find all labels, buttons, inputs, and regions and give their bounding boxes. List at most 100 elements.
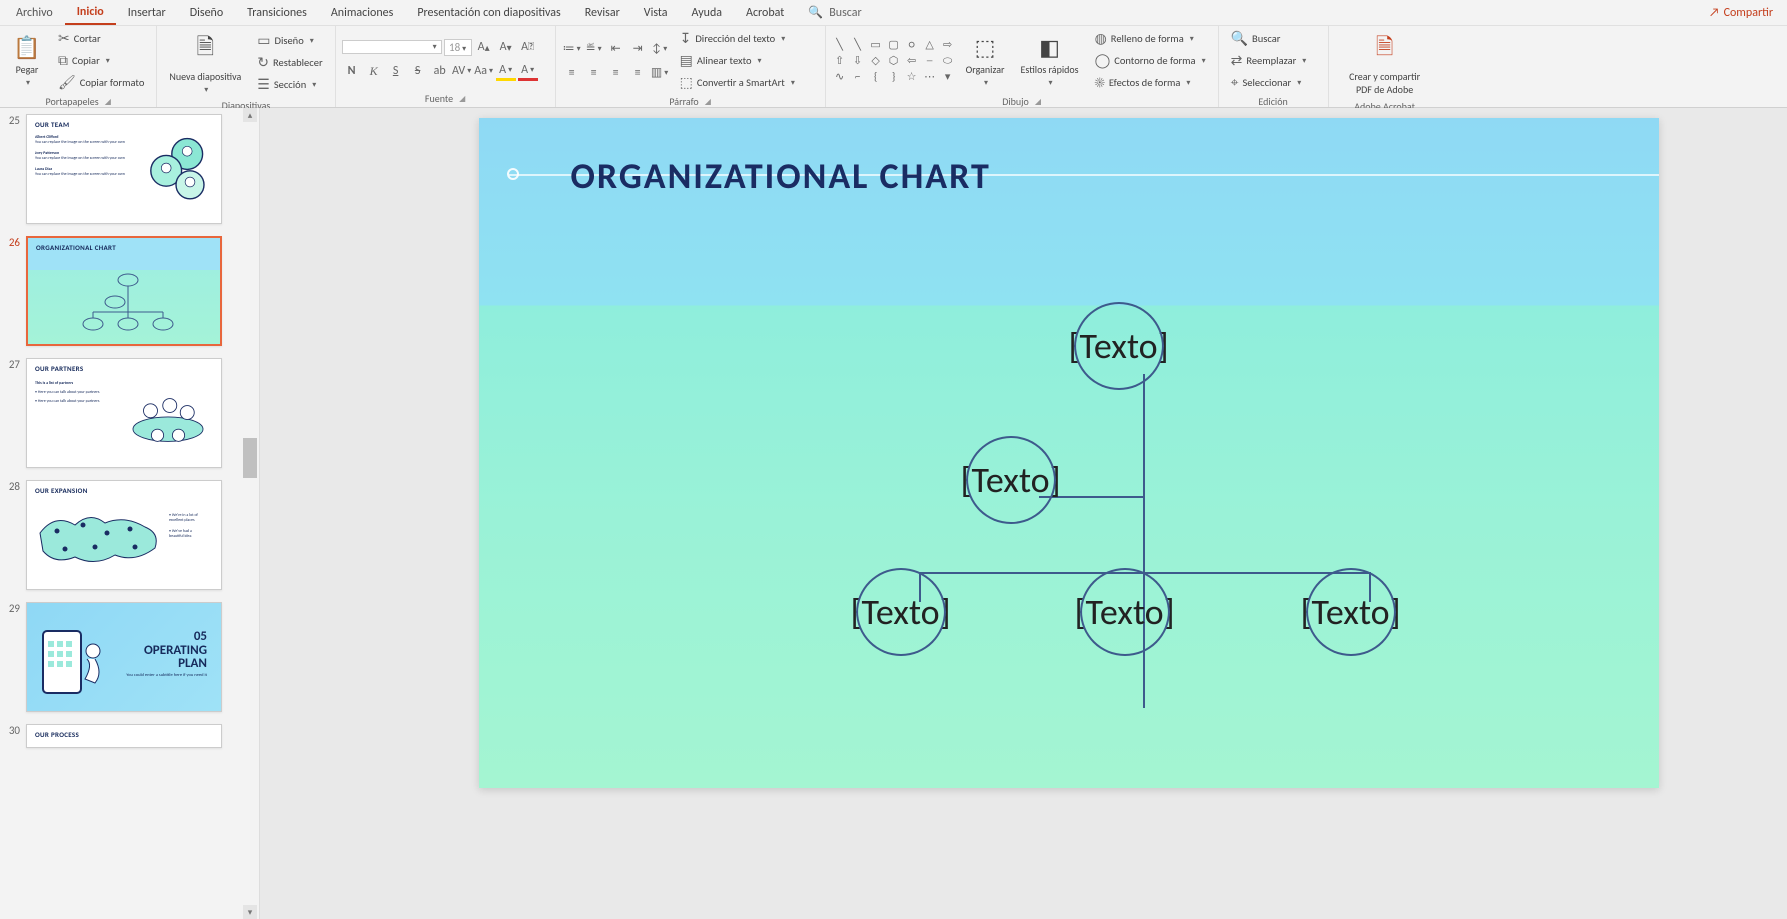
quick-styles-button[interactable]: ◧Estilos rápidos▾: [1015, 32, 1085, 90]
shape-fill-button[interactable]: ◍Relleno de forma▾: [1089, 28, 1212, 49]
clear-format-button[interactable]: A⃠: [518, 37, 538, 57]
menu-transiciones[interactable]: Transiciones: [235, 2, 319, 24]
slide-thumbnail-27[interactable]: 27 OUR PARTNERS This is a list of partne…: [0, 352, 259, 474]
indent-button[interactable]: ⇥: [628, 39, 648, 59]
menu-acrobat[interactable]: Acrobat: [734, 2, 796, 24]
shape-hex-icon[interactable]: ⬡: [886, 54, 902, 68]
menu-ayuda[interactable]: Ayuda: [680, 2, 735, 24]
bullets-button[interactable]: ≔▾: [562, 39, 582, 59]
justify-button[interactable]: ≡: [628, 63, 648, 83]
org-node-2[interactable]: [Texto]: [961, 458, 1061, 502]
shape-conn-icon[interactable]: ⌐: [850, 70, 866, 84]
format-painter-button[interactable]: 🖌Copiar formato: [52, 72, 150, 93]
dialog-launcher-icon[interactable]: ◢: [1035, 97, 1041, 107]
shape-line2-icon[interactable]: ─: [922, 54, 938, 68]
align-right-button[interactable]: ≡: [606, 63, 626, 83]
shape-arrow2-icon[interactable]: ⇦: [904, 54, 920, 68]
menu-diseno[interactable]: Diseño: [178, 2, 235, 24]
chevron-down-icon[interactable]: ▾: [940, 70, 956, 84]
scroll-up-button[interactable]: ▴: [243, 108, 257, 122]
bold-button[interactable]: N: [342, 61, 362, 81]
shape-arrow-icon[interactable]: ⇨: [940, 38, 956, 52]
slide-thumbnail-28[interactable]: 28 OUR EXPANSION • We're in a lot of exc…: [0, 474, 259, 596]
line-spacing-button[interactable]: ↕▾: [650, 39, 670, 59]
dialog-launcher-icon[interactable]: ◢: [105, 97, 111, 107]
share-button[interactable]: ↗ Compartir: [1699, 2, 1783, 24]
thumbnails-scrollbar[interactable]: ▴ ▾: [243, 108, 257, 919]
outdent-button[interactable]: ⇤: [606, 39, 626, 59]
layout-button[interactable]: ▭Diseño▾: [251, 30, 328, 51]
arrange-button[interactable]: ⬚Organizar▾: [960, 32, 1011, 90]
tell-me-search[interactable]: 🔍 Buscar: [796, 5, 873, 20]
increase-font-button[interactable]: A▴: [474, 37, 494, 57]
shape-more-icon[interactable]: ⋯: [922, 70, 938, 84]
menu-revisar[interactable]: Revisar: [573, 2, 632, 24]
replace-button[interactable]: ⇄Reemplazar▾: [1225, 50, 1313, 71]
slide-thumbnails-panel[interactable]: 25 OUR TEAM Albert Clifford You can repl…: [0, 108, 260, 919]
scroll-down-button[interactable]: ▾: [243, 905, 257, 919]
section-button[interactable]: ☰Sección▾: [251, 74, 328, 95]
paste-button[interactable]: 📋 Pegar ▾: [6, 32, 48, 90]
slide-canvas-area[interactable]: ORGANIZATIONAL CHART [Texto] [Texto]: [260, 108, 1787, 919]
adobe-pdf-button[interactable]: 🗎 Crear y compartir PDF de Adobe: [1335, 28, 1435, 98]
shadow-button[interactable]: ab: [430, 61, 450, 81]
org-node-5[interactable]: [Texto]: [1301, 590, 1401, 634]
new-slide-button[interactable]: 🗎 Nueva diapositiva ▾: [163, 28, 247, 97]
font-color-button[interactable]: A▾: [518, 61, 538, 81]
italic-button[interactable]: K: [364, 61, 384, 81]
underline-button[interactable]: S: [386, 61, 406, 81]
scrollbar-thumb[interactable]: [243, 438, 257, 478]
shape-arrow-up-icon[interactable]: ⇧: [832, 54, 848, 68]
slide-thumbnail-26[interactable]: 26 ORGANIZATIONAL CHART: [0, 230, 259, 352]
strikethrough-button[interactable]: S: [408, 61, 428, 81]
shape-brace-icon[interactable]: {: [868, 70, 884, 84]
cut-button[interactable]: ✂Cortar: [52, 28, 150, 49]
shape-star-icon[interactable]: ☆: [904, 70, 920, 84]
shape-curve-icon[interactable]: ∿: [832, 70, 848, 84]
shape-tri-icon[interactable]: △: [922, 38, 938, 52]
org-node-3[interactable]: [Texto]: [851, 590, 951, 634]
find-button[interactable]: 🔍Buscar: [1225, 28, 1313, 49]
align-left-button[interactable]: ≡: [562, 63, 582, 83]
shape-brace2-icon[interactable]: }: [886, 70, 902, 84]
slide-thumbnail-25[interactable]: 25 OUR TEAM Albert Clifford You can repl…: [0, 108, 259, 230]
shape-line-icon[interactable]: ╲: [850, 38, 866, 52]
change-case-button[interactable]: Aa▾: [474, 61, 494, 81]
font-name-combo[interactable]: ▾: [342, 40, 442, 54]
shape-effects-button[interactable]: ☀Efectos de forma▾: [1089, 72, 1212, 93]
decrease-font-button[interactable]: A▾: [496, 37, 516, 57]
smartart-button[interactable]: ⬚Convertir a SmartArt▾: [674, 72, 801, 93]
select-button[interactable]: ⌖Seleccionar▾: [1225, 72, 1313, 93]
menu-insertar[interactable]: Insertar: [116, 2, 178, 24]
font-highlight-button[interactable]: A▾: [496, 61, 516, 81]
shape-rect-icon[interactable]: ▭: [868, 38, 884, 52]
org-node-1[interactable]: [Texto]: [1069, 324, 1169, 368]
numbering-button[interactable]: ≝▾: [584, 39, 604, 59]
columns-button[interactable]: ▥▾: [650, 63, 670, 83]
copy-button[interactable]: ⧉Copiar▾: [52, 50, 150, 71]
slide-thumbnail-30[interactable]: 30 OUR PROCESS: [0, 718, 259, 754]
font-size-combo[interactable]: 18▾: [444, 39, 472, 56]
shape-oval-icon[interactable]: ○: [904, 38, 920, 52]
shape-line-icon[interactable]: ╲: [832, 38, 848, 52]
align-center-button[interactable]: ≡: [584, 63, 604, 83]
slide-title[interactable]: ORGANIZATIONAL CHART: [571, 154, 991, 198]
menu-inicio[interactable]: Inicio: [65, 1, 116, 25]
org-chart-smartart[interactable]: [Texto] [Texto] [Texto] [Texto]: [739, 308, 1499, 738]
dialog-launcher-icon[interactable]: ◢: [705, 97, 711, 107]
reset-button[interactable]: ↻Restablecer: [251, 52, 328, 73]
menu-vista[interactable]: Vista: [632, 2, 680, 24]
shape-diamond-icon[interactable]: ◇: [868, 54, 884, 68]
shape-rect-icon[interactable]: ▢: [886, 38, 902, 52]
dialog-launcher-icon[interactable]: ◢: [459, 94, 465, 104]
shapes-gallery[interactable]: ╲╲▭▢○△⇨ ⇧⇩◇⬡⇦─⬭ ∿⌐{}☆⋯▾: [832, 38, 956, 84]
text-direction-button[interactable]: ↧Dirección del texto▾: [674, 28, 801, 49]
slide-26[interactable]: ORGANIZATIONAL CHART [Texto] [Texto]: [479, 118, 1659, 788]
shape-outline-button[interactable]: ◯Contorno de forma▾: [1089, 50, 1212, 71]
org-node-4[interactable]: [Texto]: [1075, 590, 1175, 634]
menu-archivo[interactable]: Archivo: [4, 2, 65, 24]
shape-callout-icon[interactable]: ⬭: [940, 54, 956, 68]
menu-presentacion[interactable]: Presentación con diapositivas: [405, 2, 572, 24]
menu-animaciones[interactable]: Animaciones: [319, 2, 405, 24]
char-spacing-button[interactable]: AV▾: [452, 61, 472, 81]
